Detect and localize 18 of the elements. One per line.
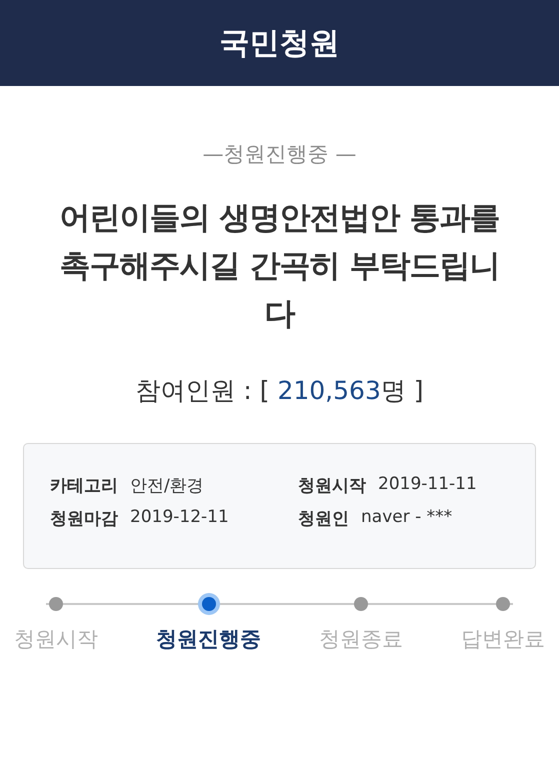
step-label: 청원시작 [14,626,98,653]
info-value: 2019-12-11 [130,507,229,529]
petition-title: 촉구해주시길 간곡히 부탁드립니 [60,247,500,286]
info-label: 청원마감 [50,508,118,530]
info-value: naver - *** [361,507,452,529]
info-label: 청원인 [298,508,349,530]
info-value: 안전/환경 [130,475,204,497]
status-label: —청원진행중 — [202,141,356,168]
info-value: 2019-11-11 [378,474,477,496]
step-label: 청원진행중 [156,626,261,653]
step-label: 답변완료 [461,626,545,653]
petition-title: 다 [264,295,294,334]
info-label: 청원시작 [298,475,366,497]
header-title: 국민청원 [220,24,340,62]
participant-count: 참여인원 : [ 210,563명 ] [135,375,424,407]
petition-title: 어린이들의 생명안전법안 통과를 [60,199,500,238]
step-label: 청원종료 [319,626,403,653]
info-label: 카테고리 [50,475,118,497]
